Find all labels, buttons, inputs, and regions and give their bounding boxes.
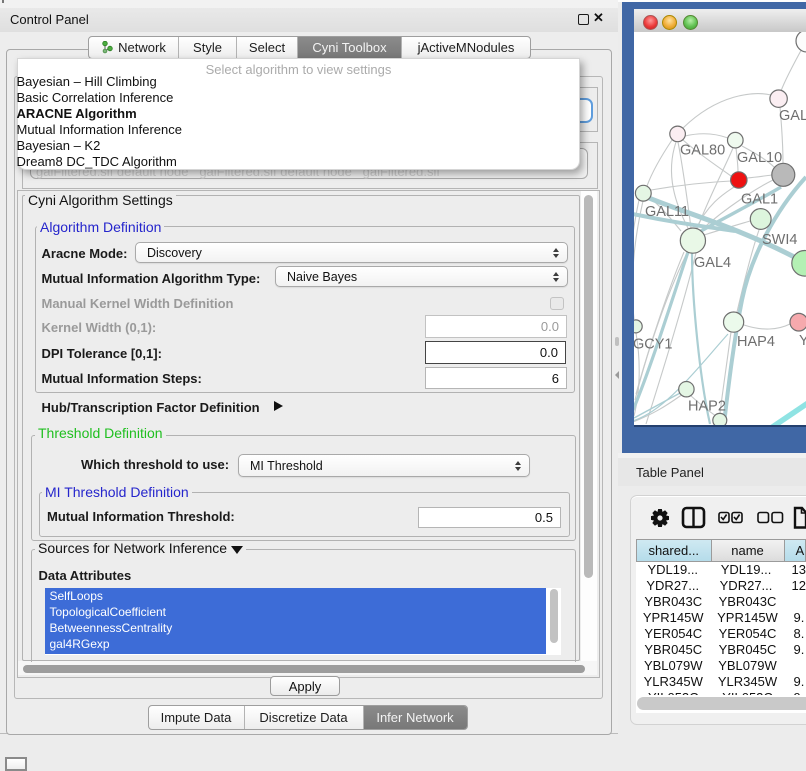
- svg-text:GAL11: GAL11: [645, 204, 689, 220]
- svg-text:HAP2: HAP2: [688, 399, 726, 415]
- svg-text:HAP4: HAP4: [737, 334, 775, 350]
- svg-text:GCY1: GCY1: [634, 337, 673, 353]
- svg-text:GAL10: GAL10: [737, 150, 782, 166]
- svg-text:GAL: GAL: [779, 108, 806, 124]
- svg-text:GAL4: GAL4: [694, 255, 731, 271]
- svg-text:Y: Y: [799, 333, 806, 349]
- svg-text:GAL1: GAL1: [741, 192, 778, 208]
- svg-text:GAL80: GAL80: [680, 143, 725, 159]
- svg-text:SWI4: SWI4: [762, 232, 797, 248]
